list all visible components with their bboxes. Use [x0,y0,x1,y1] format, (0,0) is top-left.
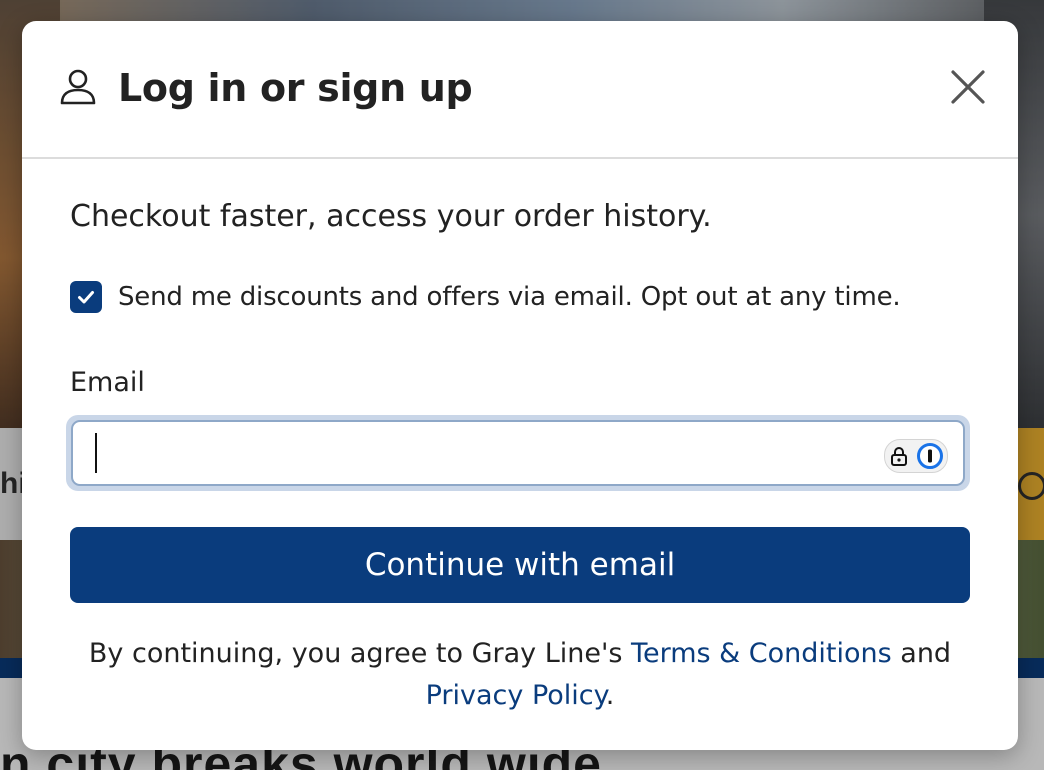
email-label: Email [70,367,145,398]
checkmark-icon [78,291,94,304]
optin-label[interactable]: Send me discounts and offers via email. … [118,279,901,315]
lock-icon [890,447,907,466]
optin-checkbox[interactable] [70,281,102,313]
continue-with-email-button[interactable]: Continue with email [70,527,970,603]
text-caret [95,433,97,473]
modal-header: Log in or sign up [22,21,1018,159]
password-manager-button[interactable] [884,439,948,473]
legal-prefix: By continuing, you agree to Gray Line's [88,638,632,669]
close-icon [951,70,985,104]
legal-suffix: . [605,680,615,711]
email-input[interactable] [71,420,965,486]
privacy-link[interactable]: Privacy Policy [426,680,606,711]
close-button[interactable] [948,67,988,107]
terms-link[interactable]: Terms & Conditions [631,638,892,669]
password-manager-icon [916,443,943,469]
user-icon [60,69,96,105]
legal-notice: By continuing, you agree to Gray Line's … [70,633,970,717]
login-modal: Log in or sign up Checkout faster, acces… [22,21,1018,750]
legal-middle: and [891,638,952,669]
intro-text: Checkout faster, access your order histo… [70,199,712,234]
modal-title: Log in or sign up [118,66,473,110]
email-field-focus-ring [66,415,970,491]
